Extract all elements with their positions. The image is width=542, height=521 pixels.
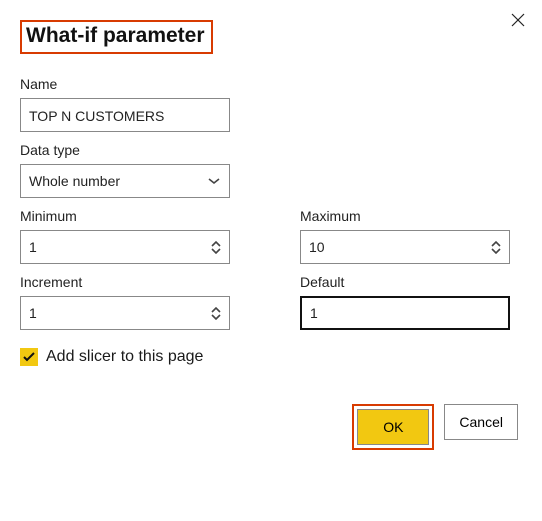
name-label: Name xyxy=(20,76,522,92)
increment-label: Increment xyxy=(20,274,230,290)
minimum-input[interactable]: 1 xyxy=(20,230,230,264)
maximum-value: 10 xyxy=(309,239,325,255)
default-label: Default xyxy=(300,274,510,290)
add-slicer-label: Add slicer to this page xyxy=(46,348,203,366)
close-icon xyxy=(511,13,525,27)
minimum-stepper[interactable] xyxy=(211,231,221,263)
chevron-up-icon xyxy=(211,241,221,247)
ok-highlight: OK xyxy=(352,404,434,450)
ok-label: OK xyxy=(383,419,403,435)
cancel-label: Cancel xyxy=(459,414,503,430)
name-input[interactable]: TOP N CUSTOMERS xyxy=(20,98,230,132)
add-slicer-checkbox[interactable] xyxy=(20,348,38,366)
ok-button[interactable]: OK xyxy=(357,409,429,445)
add-slicer-row: Add slicer to this page xyxy=(20,348,522,366)
chevron-down-icon xyxy=(491,248,501,254)
maximum-label: Maximum xyxy=(300,208,510,224)
chevron-down-icon xyxy=(207,177,221,185)
maximum-stepper[interactable] xyxy=(491,231,501,263)
cancel-button[interactable]: Cancel xyxy=(444,404,518,440)
datatype-select[interactable]: Whole number xyxy=(20,164,230,198)
default-value: 1 xyxy=(310,305,318,321)
datatype-value: Whole number xyxy=(29,173,120,189)
name-input-value: TOP N CUSTOMERS xyxy=(29,108,164,124)
increment-value: 1 xyxy=(29,305,37,321)
increment-input[interactable]: 1 xyxy=(20,296,230,330)
checkmark-icon xyxy=(23,352,35,362)
datatype-label: Data type xyxy=(20,142,522,158)
increment-stepper[interactable] xyxy=(211,297,221,329)
minimum-value: 1 xyxy=(29,239,37,255)
dialog-actions: OK Cancel xyxy=(20,404,522,450)
minimum-label: Minimum xyxy=(20,208,230,224)
whatif-parameter-dialog: What-if parameter Name TOP N CUSTOMERS D… xyxy=(0,0,542,470)
chevron-down-icon xyxy=(211,314,221,320)
dialog-title: What-if parameter xyxy=(20,20,213,54)
default-input[interactable]: 1 xyxy=(300,296,510,330)
maximum-input[interactable]: 10 xyxy=(300,230,510,264)
chevron-down-icon xyxy=(211,248,221,254)
chevron-up-icon xyxy=(211,307,221,313)
close-button[interactable] xyxy=(506,8,530,32)
chevron-up-icon xyxy=(491,241,501,247)
